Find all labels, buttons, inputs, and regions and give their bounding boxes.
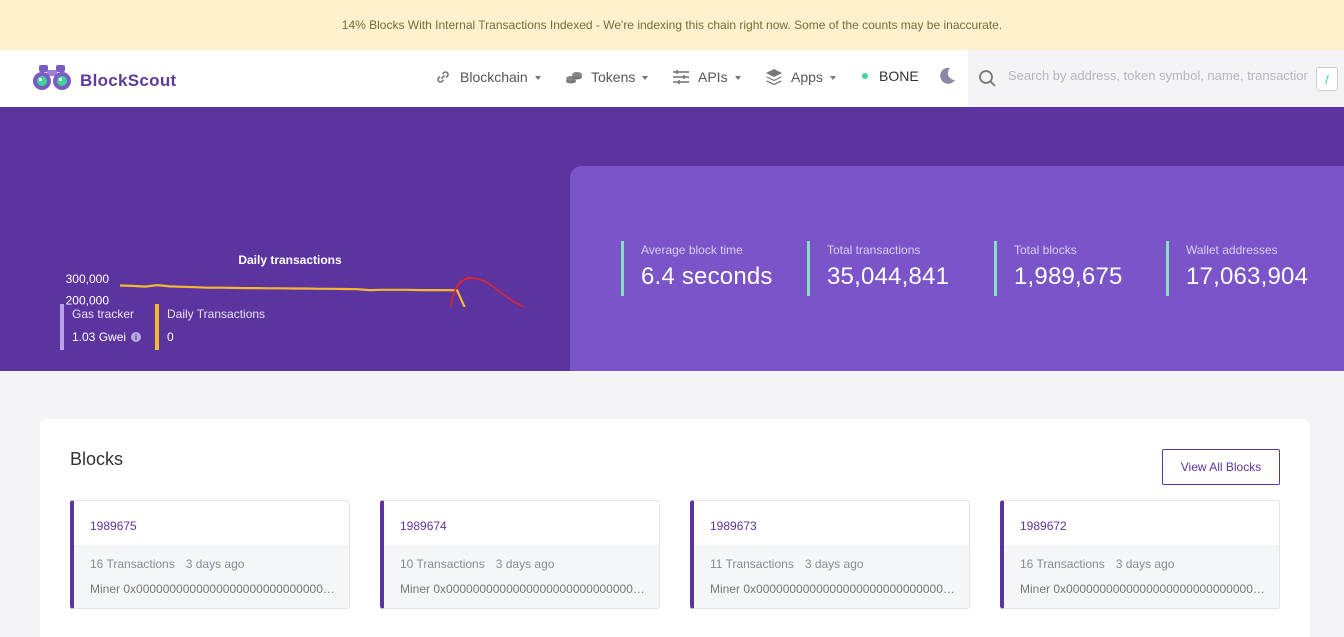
binoculars-logo-icon <box>32 63 72 98</box>
indexing-banner: 14% Blocks With Internal Transactions In… <box>0 0 1344 50</box>
block-age: 3 days ago <box>804 557 864 571</box>
gas-tracker-value: 1.03 Gwei <box>72 330 127 344</box>
daily-transactions-tracker: Daily Transactions 0 <box>155 304 265 350</box>
chevron-down-icon <box>734 75 741 80</box>
nav-apps[interactable]: Apps <box>765 68 836 86</box>
brand-name: BlockScout <box>80 70 177 90</box>
blocks-card: Blocks View All Blocks 1989675 16 Transa… <box>40 419 1310 637</box>
chart-title: Daily transactions <box>238 253 342 267</box>
block-transaction-count: 16 Transactions <box>90 557 175 571</box>
gas-tracker-label: Gas tracker <box>72 307 135 321</box>
layers-icon <box>765 68 783 86</box>
network-name: BONE <box>879 68 919 84</box>
nav-blockchain-label: Blockchain <box>460 69 528 85</box>
search-icon[interactable] <box>978 69 997 93</box>
stat-value: 6.4 seconds <box>641 263 773 290</box>
daily-transactions-panel: Daily transactions300,000200,000100,0000… <box>0 107 570 371</box>
block-miner: Miner 0x00000000000000000000000000000000… <box>1020 582 1266 596</box>
block-miner: Miner 0x00000000000000000000000000000000… <box>710 582 956 596</box>
stat-label: Total transactions <box>827 243 921 257</box>
stat-value: 17,063,904 <box>1186 263 1309 290</box>
stat-wallet-addresses: Wallet addresses 17,063,904 <box>1166 241 1308 296</box>
nav-apps-label: Apps <box>791 69 823 85</box>
sliders-icon <box>672 68 690 86</box>
brand-logo[interactable]: BlockScout <box>32 63 177 98</box>
coins-icon <box>565 68 583 86</box>
block-transaction-count: 10 Transactions <box>400 557 485 571</box>
network-selector[interactable]: BONE <box>862 68 919 84</box>
chevron-down-icon <box>829 75 836 80</box>
block-tile[interactable]: 1989675 16 Transactions 3 days ago Miner … <box>70 500 350 609</box>
y-tick-label: 300,000 <box>66 272 110 286</box>
network-status-dot <box>862 73 868 79</box>
block-number-link[interactable]: 1989675 <box>90 519 137 533</box>
block-number-link[interactable]: 1989672 <box>1020 519 1067 533</box>
view-all-blocks-button[interactable]: View All Blocks <box>1162 449 1280 485</box>
gas-tracker: Gas tracker 1.03 Gwei i <box>60 304 142 350</box>
stat-total-transactions: Total transactions 35,044,841 <box>807 241 949 296</box>
blocks-title: Blocks <box>70 449 124 469</box>
search-input[interactable] <box>1008 68 1308 83</box>
stat-label: Average block time <box>641 243 743 257</box>
nav-apis-label: APIs <box>698 69 728 85</box>
block-transaction-count: 16 Transactions <box>1020 557 1105 571</box>
chevron-down-icon <box>642 75 649 80</box>
search-shortcut-key: / <box>1316 67 1338 91</box>
block-age: 3 days ago <box>185 557 245 571</box>
nav-tokens[interactable]: Tokens <box>565 68 649 86</box>
block-age: 3 days ago <box>1115 557 1175 571</box>
nav-apis[interactable]: APIs <box>672 68 741 86</box>
navbar: BlockScout Blockchain Tokens APIs Apps B… <box>0 50 1344 107</box>
search-bar: / <box>968 50 1344 107</box>
block-tile[interactable]: 1989672 16 Transactions 3 days ago Miner … <box>1000 500 1280 609</box>
chevron-down-icon <box>534 75 541 80</box>
block-tile[interactable]: 1989674 10 Transactions 3 days ago Miner … <box>380 500 660 609</box>
stat-value: 1,989,675 <box>1014 263 1123 290</box>
block-miner: Miner 0x00000000000000000000000000000000… <box>400 582 646 596</box>
stat-average-block-time: Average block time 6.4 seconds <box>621 241 773 296</box>
indexing-banner-text: 14% Blocks With Internal Transactions In… <box>341 18 1003 32</box>
nav-blockchain[interactable]: Blockchain <box>434 68 541 86</box>
info-icon[interactable]: i <box>131 332 142 342</box>
stats-hero: Daily transactions300,000200,000100,0000… <box>0 107 1344 371</box>
moon-icon <box>937 66 957 89</box>
daily-transactions-tracker-value: 0 <box>167 330 174 344</box>
daily-transactions-tracker-label: Daily Transactions <box>167 307 266 321</box>
daily-transactions-chart: Daily transactions300,000200,000100,0000… <box>66 253 525 307</box>
block-miner: Miner 0x00000000000000000000000000000000… <box>90 582 336 596</box>
stat-label: Total blocks <box>1014 243 1077 257</box>
red-annotation-circle <box>450 276 525 307</box>
stat-label: Wallet addresses <box>1186 243 1278 257</box>
stat-total-blocks: Total blocks 1,989,675 <box>994 241 1123 296</box>
network-stats-panel: Average block time 6.4 seconds Total tra… <box>570 166 1344 371</box>
block-number-link[interactable]: 1989673 <box>710 519 757 533</box>
block-transaction-count: 11 Transactions <box>710 557 794 571</box>
theme-toggle[interactable] <box>937 66 957 89</box>
block-tile[interactable]: 1989673 11 Transactions 3 days ago Miner … <box>690 500 970 609</box>
block-age: 3 days ago <box>495 557 555 571</box>
nav-tokens-label: Tokens <box>591 69 636 85</box>
stat-value: 35,044,841 <box>827 263 950 290</box>
gas-tracker-value-row: 1.03 Gwei i <box>72 330 142 344</box>
block-number-link[interactable]: 1989674 <box>400 519 447 533</box>
link-icon <box>434 68 452 86</box>
